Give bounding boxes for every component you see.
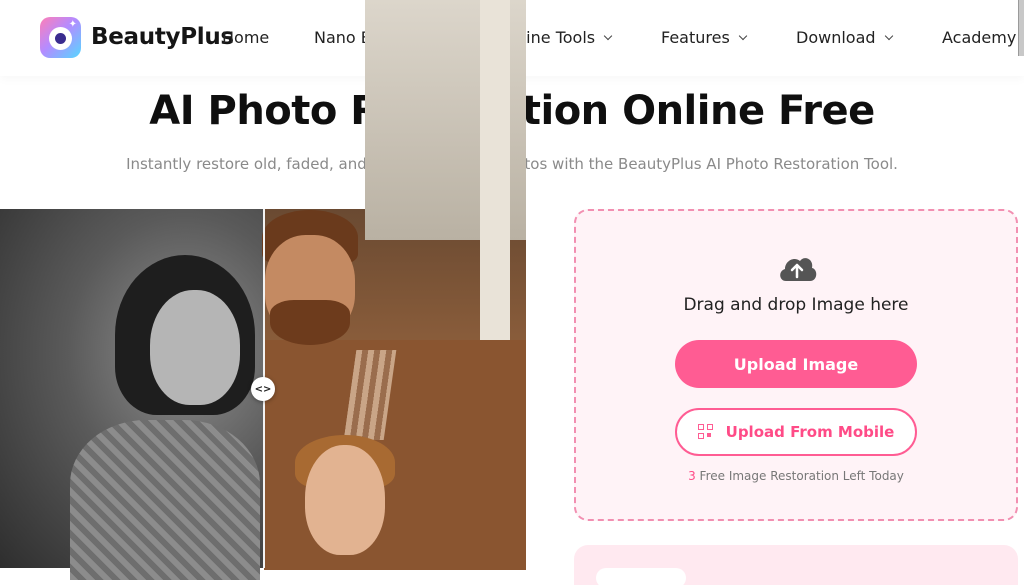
chevron-down-icon [738,31,748,40]
logo-pupil [55,33,66,44]
next-section-pill [596,568,686,588]
nav-academy[interactable]: Academy [942,28,1016,47]
nav-home[interactable]: Home [222,28,269,47]
upload-image-button[interactable]: Upload Image [675,340,917,388]
page-scrollbar[interactable] [1018,0,1024,56]
qr-code-icon [697,424,714,440]
brand-name[interactable]: BeautyPlus [91,24,234,50]
free-text: Free Image Restoration Left Today [695,469,904,483]
chevron-down-icon [884,31,893,40]
upload-from-mobile-button[interactable]: Upload From Mobile [675,408,917,456]
chevron-down-icon [603,31,613,40]
free-restorations-left: 3 Free Image Restoration Left Today [574,469,1018,483]
after-man-beard [270,300,350,345]
after-child-face [305,445,385,555]
before-woman-face [150,290,240,405]
before-woman-dress [70,420,260,580]
nav-download-label: Download [796,28,876,47]
logo-eye [49,27,72,50]
logo-sparkle-icon: ✦ [68,19,77,30]
cloud-upload-icon [780,258,817,281]
nav-features-label: Features [661,28,730,47]
upload-image-label: Upload Image [733,354,859,374]
compare-arrows-icon[interactable]: <> [251,377,275,401]
upload-from-mobile-label: Upload From Mobile [725,423,895,441]
after-doorframe [480,0,510,359]
nav-academy-label: Academy [942,28,1017,47]
free-count: 3 [688,469,696,483]
nav-features[interactable]: Features [661,28,748,47]
drag-drop-text: Drag and drop Image here [683,295,909,315]
beautyplus-logo-icon[interactable]: ✦ [40,17,81,58]
nav-home-label: Home [222,28,270,47]
nav-download[interactable]: Download [796,28,893,47]
